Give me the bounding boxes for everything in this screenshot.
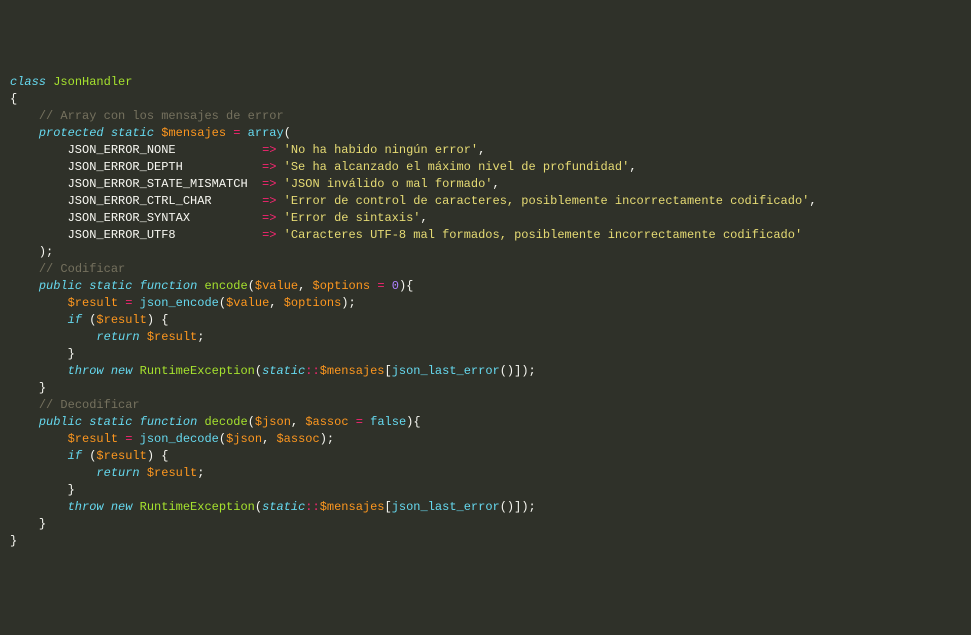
brace-open: {: [10, 92, 17, 106]
const: JSON_ERROR_UTF8: [68, 228, 176, 242]
keyword-new: new: [111, 364, 133, 378]
class-name: JsonHandler: [53, 75, 132, 89]
keyword-array: array: [248, 126, 284, 140]
keyword-function: function: [140, 279, 198, 293]
comment: // Decodificar: [39, 398, 140, 412]
fn-encode: encode: [204, 279, 247, 293]
const: JSON_ERROR_CTRL_CHAR: [68, 194, 212, 208]
class-runtime-exception: RuntimeException: [140, 364, 255, 378]
keyword-public: public: [39, 279, 82, 293]
string: 'JSON inválido o mal formado': [284, 177, 493, 191]
string: 'No ha habido ningún error': [284, 143, 478, 157]
op-eq: =: [233, 126, 240, 140]
keyword-return: return: [96, 330, 139, 344]
fn-decode: decode: [204, 415, 247, 429]
string: 'Error de control de caracteres, posible…: [284, 194, 810, 208]
keyword-class: class: [10, 75, 46, 89]
const: JSON_ERROR_NONE: [68, 143, 176, 157]
keyword-static: static: [111, 126, 154, 140]
const: JSON_ERROR_DEPTH: [68, 160, 183, 174]
keyword-throw: throw: [68, 364, 104, 378]
keyword-protected: protected: [39, 126, 104, 140]
string: 'Se ha alcanzado el máximo nivel de prof…: [284, 160, 630, 174]
comment: // Codificar: [39, 262, 125, 276]
fn-json-last-error: json_last_error: [392, 364, 500, 378]
const: JSON_ERROR_STATE_MISMATCH: [68, 177, 248, 191]
string: 'Caracteres UTF-8 mal formados, posiblem…: [284, 228, 802, 242]
fn-json-encode: json_encode: [140, 296, 219, 310]
brace-close: }: [10, 534, 17, 548]
code-editor[interactable]: { "code": { "class_kw": "class", "class_…: [0, 0, 971, 532]
fn-json-decode: json_decode: [140, 432, 219, 446]
var-mensajes: $mensajes: [161, 126, 226, 140]
keyword-if: if: [68, 313, 82, 327]
code-block: class JsonHandler { // Array con los men…: [10, 74, 961, 550]
string: 'Error de sintaxis': [284, 211, 421, 225]
const: JSON_ERROR_SYNTAX: [68, 211, 190, 225]
comment: // Array con los mensajes de error: [39, 109, 284, 123]
